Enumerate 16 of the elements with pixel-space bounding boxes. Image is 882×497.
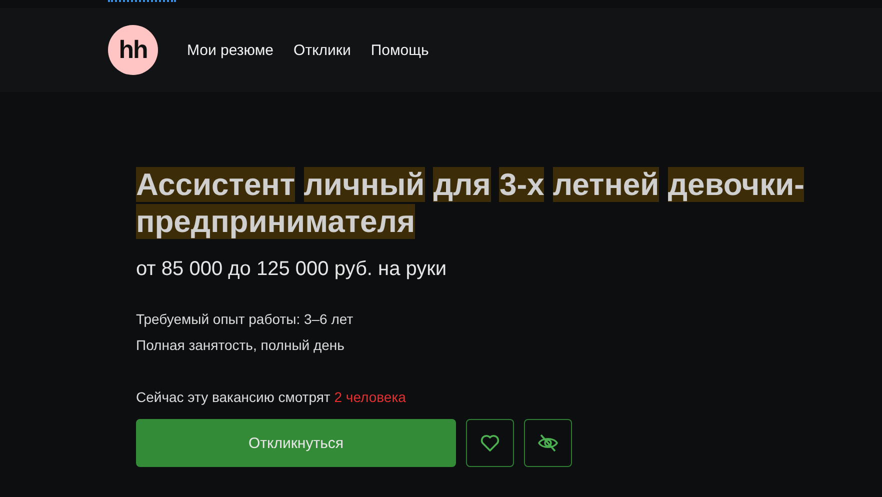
experience-text: Требуемый опыт работы: 3–6 лет (136, 310, 354, 329)
employment-text: Полная занятость, полный день (136, 336, 346, 355)
focus-outline (108, 0, 176, 4)
logo[interactable]: hh (108, 25, 158, 75)
viewers-count: 2 человека (334, 389, 406, 405)
viewers-text: Сейчас эту вакансию смотрят (136, 389, 330, 405)
nav-link[interactable]: Помощь (370, 42, 429, 58)
nav-link[interactable]: Мои резюме (187, 42, 274, 58)
salary-text: от 85 000 до 125 000 руб. на руки (136, 258, 448, 281)
hide-button[interactable] (524, 419, 572, 467)
respond-button[interactable]: Откликнуться (136, 419, 456, 467)
eye-slash-icon (537, 433, 559, 453)
favorite-button[interactable] (466, 419, 514, 467)
nav-link[interactable]: Отклики (294, 42, 351, 58)
vacancy-title: Ассистент личный для 3-х летней девочки-предпринимателя (136, 166, 806, 240)
heart-icon (480, 434, 500, 452)
